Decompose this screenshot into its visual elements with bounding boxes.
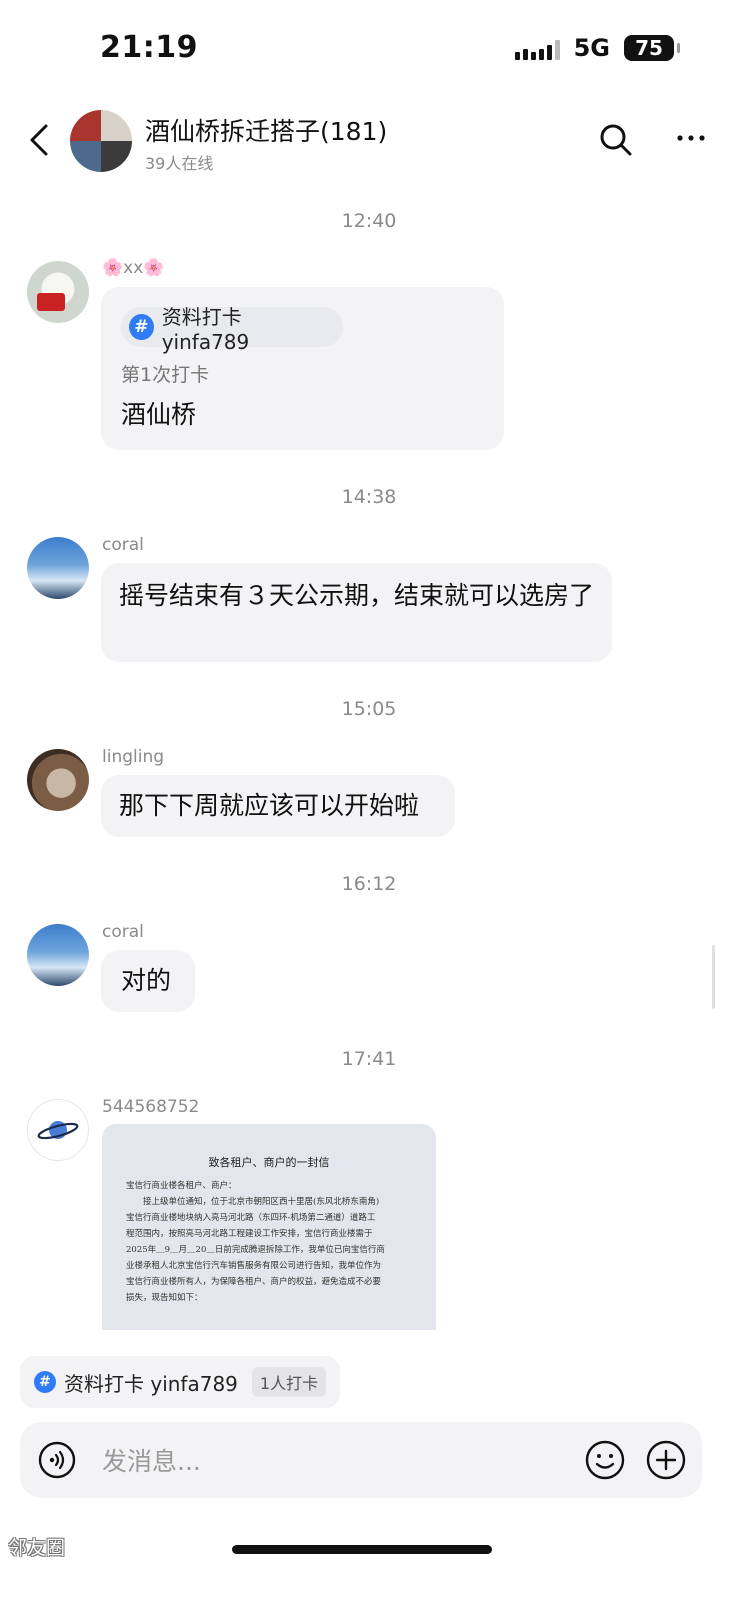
network-type: 5G bbox=[573, 34, 610, 62]
checkin-tag-label: 资料打卡 yinfa789 bbox=[161, 304, 250, 354]
sender-name: 544568752 bbox=[102, 1097, 200, 1117]
message-bubble[interactable]: 对的 bbox=[101, 950, 195, 1012]
add-icon[interactable] bbox=[646, 1440, 686, 1480]
checkin-count-badge: 1人打卡 bbox=[251, 1367, 327, 1397]
hashtag-icon: # bbox=[129, 314, 154, 340]
document-line: 宝信行商业楼所有人，为保障各租户、商户的权益，避免造成不必要 bbox=[126, 1277, 382, 1287]
document-line: 2025年＿9＿月＿20＿日前完成腾退拆除工作，我单位已向宝信行商 bbox=[126, 1245, 385, 1255]
sender-name: coral bbox=[102, 535, 144, 555]
online-count: 39人在线 bbox=[145, 154, 214, 173]
scroll-indicator[interactable] bbox=[712, 945, 715, 1009]
sender-name: lingling bbox=[102, 747, 165, 767]
message-bubble[interactable]: 摇号结束有３天公示期，结束就可以选房了 bbox=[101, 563, 612, 662]
message-bubble[interactable]: 那下下周就应该可以开始啦 bbox=[101, 775, 455, 837]
avatar[interactable] bbox=[27, 261, 89, 323]
message-text: 酒仙桥 bbox=[121, 400, 197, 429]
message-timestamp: 17:41 bbox=[341, 1048, 397, 1070]
battery-icon: 75 bbox=[624, 35, 680, 61]
message-timestamp: 16:12 bbox=[341, 873, 397, 895]
back-arrow-icon[interactable] bbox=[22, 120, 62, 160]
document-title: 致各租户、商户的一封信 bbox=[208, 1156, 330, 1169]
avatar[interactable] bbox=[27, 924, 89, 986]
document-image[interactable]: 致各租户、商户的一封信 宝信行商业楼各租户、商户： 接上级单位通知，位于北京市朝… bbox=[102, 1124, 436, 1330]
checkin-count: 第1次打卡 bbox=[121, 364, 210, 386]
pinned-checkin[interactable]: # 资料打卡 yinfa789 1人打卡 bbox=[20, 1356, 341, 1408]
document-line: 宝信行商业楼各租户、商户： bbox=[126, 1181, 237, 1191]
status-indicators: 5G 75 bbox=[514, 34, 680, 62]
signal-icon bbox=[514, 36, 560, 60]
document-line: 程范围内，按照亮马河北路工程建设工作安排，宝信行商业楼需于 bbox=[126, 1229, 373, 1239]
pinned-checkin-label: 资料打卡 yinfa789 bbox=[64, 1371, 238, 1396]
checkin-tag[interactable]: # 资料打卡 yinfa789 bbox=[121, 305, 343, 354]
home-indicator[interactable] bbox=[232, 1545, 492, 1554]
sender-name: coral bbox=[102, 922, 144, 942]
search-icon[interactable] bbox=[598, 122, 634, 158]
avatar[interactable] bbox=[27, 749, 89, 811]
planet-icon bbox=[37, 1121, 79, 1140]
document-line: 宝信行商业楼地块纳入亮马河北路（东四环-机场第二通道）道路工 bbox=[126, 1213, 376, 1223]
message-timestamp: 14:38 bbox=[341, 486, 397, 508]
group-title[interactable]: 酒仙桥拆迁搭子(181) bbox=[145, 112, 387, 148]
document-line: 损失，现告知如下： bbox=[126, 1293, 203, 1303]
battery-level: 75 bbox=[635, 36, 663, 60]
voice-icon[interactable] bbox=[38, 1441, 76, 1479]
message-input[interactable] bbox=[100, 1438, 564, 1484]
message-timestamp: 15:05 bbox=[341, 698, 397, 720]
group-avatar[interactable] bbox=[70, 110, 132, 172]
hashtag-icon: # bbox=[34, 1371, 56, 1393]
emoji-icon[interactable] bbox=[585, 1440, 625, 1480]
avatar[interactable] bbox=[27, 1099, 89, 1161]
status-time: 21:19 bbox=[100, 30, 198, 65]
sender-name: 🌸xx🌸 bbox=[102, 258, 165, 278]
document-line: 业楼承租人北京宝信行汽车销售服务有限公司进行告知，我单位作为 bbox=[126, 1261, 382, 1271]
more-options-icon[interactable] bbox=[676, 132, 706, 144]
avatar[interactable] bbox=[27, 537, 89, 599]
document-line: 接上级单位通知，位于北京市朝阳区西十里居(东风北桥东南角) bbox=[126, 1197, 380, 1207]
watermark: 邻友圈 bbox=[8, 1537, 66, 1559]
message-timestamp: 12:40 bbox=[341, 210, 397, 232]
